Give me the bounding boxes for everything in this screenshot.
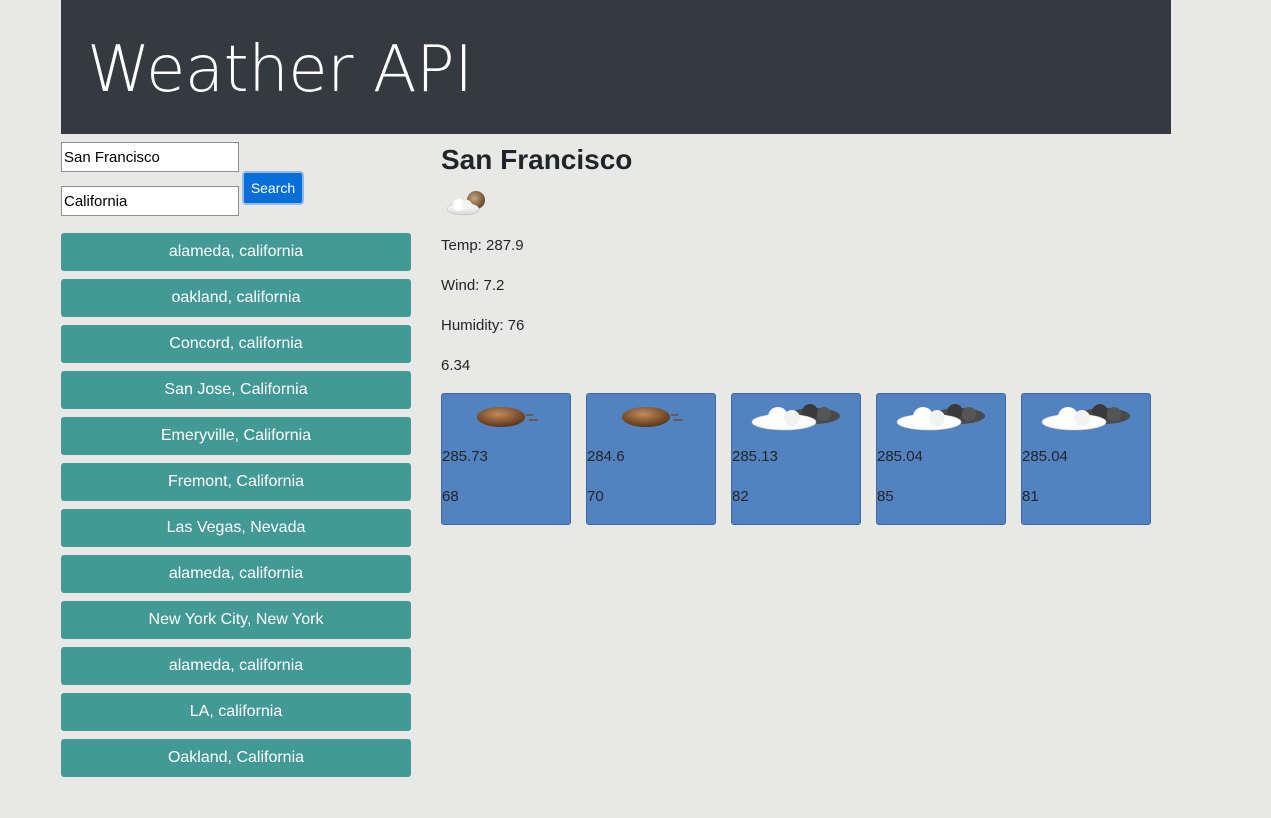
page-title: Weather API (87, 33, 473, 107)
forecast-temp: 285.04 (877, 448, 923, 465)
history-item[interactable]: Concord, california (61, 325, 411, 363)
search-button[interactable]: Search (242, 171, 304, 205)
current-weather: San Francisco Temp: 287.9 Wind: 7.2 Humi… (441, 142, 1171, 374)
forecast-temp: 285.73 (442, 448, 488, 465)
current-uv-index: 6.34 (441, 357, 471, 374)
history-item[interactable]: Oakland, California (61, 739, 411, 777)
history-item[interactable]: Emeryville, California (61, 417, 411, 455)
city-input[interactable] (61, 142, 239, 172)
current-city-name: San Francisco (441, 144, 633, 175)
history-item[interactable]: alameda, california (61, 233, 411, 271)
forecast-humidity: 81 (1022, 488, 1039, 505)
page: Weather API Search alameda, california o… (0, 0, 1271, 818)
forecast-card: 284.6 70 (586, 393, 716, 525)
current-humidity: Humidity: 76 (441, 317, 525, 334)
forecast-humidity: 85 (877, 488, 894, 505)
history-item[interactable]: San Jose, California (61, 371, 411, 409)
history-item[interactable]: New York City, New York (61, 601, 411, 639)
partly-cloudy-night-icon (446, 191, 485, 216)
history-item[interactable]: Las Vegas, Nevada (61, 509, 411, 547)
forecast-humidity: 70 (587, 488, 604, 505)
broken-clouds-icon (896, 404, 985, 431)
wind-icon (622, 407, 683, 427)
forecast-humidity: 68 (442, 488, 459, 505)
history-item[interactable]: oakland, california (61, 279, 411, 317)
search-history-list: alameda, california oakland, california … (61, 233, 411, 785)
forecast-temp: 284.6 (587, 448, 625, 465)
history-item[interactable]: Fremont, California (61, 463, 411, 501)
history-item[interactable]: alameda, california (61, 647, 411, 685)
forecast-card: 285.04 81 (1021, 393, 1151, 525)
broken-clouds-icon (751, 404, 840, 431)
forecast-card: 285.73 68 (441, 393, 571, 525)
history-item[interactable]: alameda, california (61, 555, 411, 593)
history-item[interactable]: LA, california (61, 693, 411, 731)
page-header: Weather API (61, 0, 1171, 134)
forecast-temp: 285.04 (1022, 448, 1068, 465)
forecast-card: 285.04 85 (876, 393, 1006, 525)
wind-icon (477, 407, 538, 427)
broken-clouds-icon (1041, 404, 1130, 431)
current-wind: Wind: 7.2 (441, 277, 505, 294)
forecast-card: 285.13 82 (731, 393, 861, 525)
state-input[interactable] (61, 186, 239, 216)
forecast-humidity: 82 (732, 488, 749, 505)
current-temp: Temp: 287.9 (441, 237, 524, 254)
forecast-temp: 285.13 (732, 448, 778, 465)
